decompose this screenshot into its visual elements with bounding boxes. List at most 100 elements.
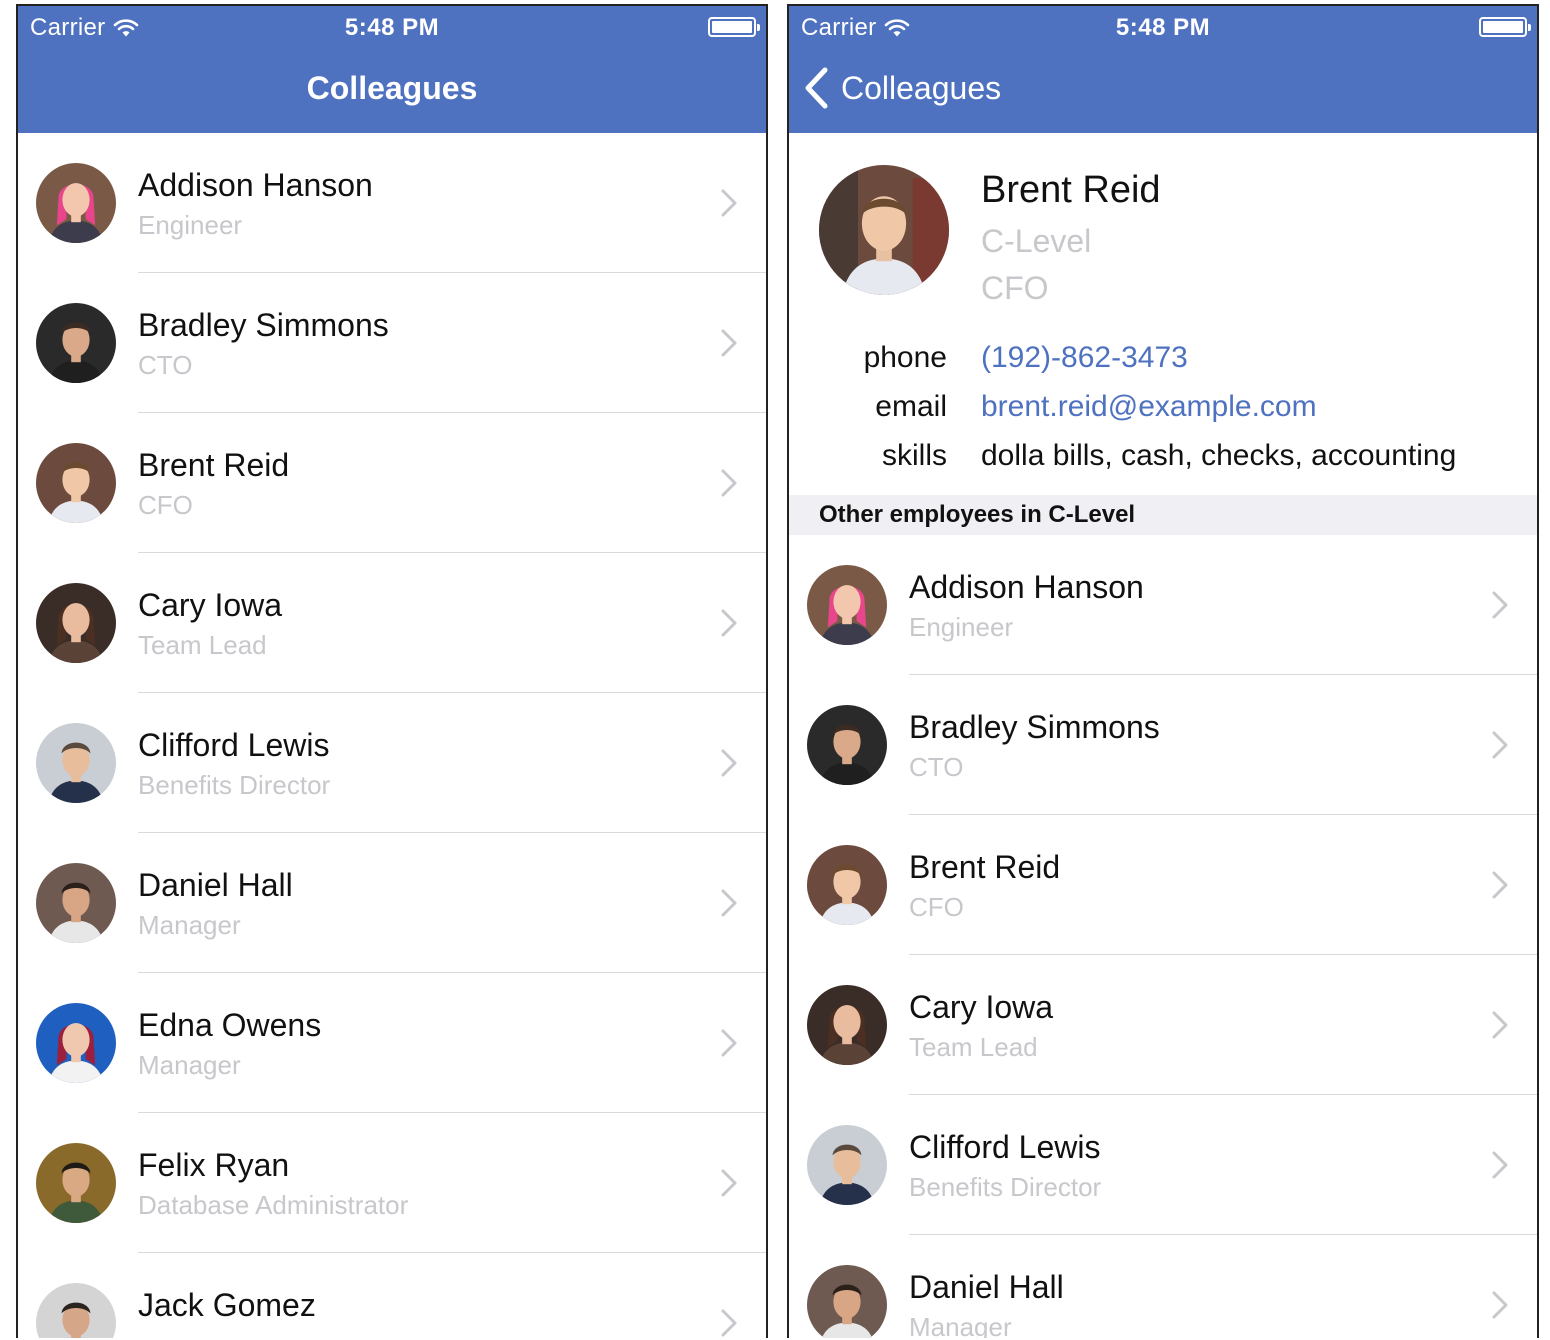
list-item-role: Manager [138,1050,241,1080]
list-item[interactable]: Addison Hanson Engineer [789,535,1537,675]
chevron-right-icon [1492,1011,1508,1039]
avatar [807,1125,887,1205]
list-item[interactable]: Brent Reid CFO [18,413,766,553]
list-item[interactable]: Bradley Simmons CTO [789,675,1537,815]
avatar [36,583,116,663]
profile-title: CFO [981,270,1049,306]
list-item-name: Brent Reid [138,447,290,483]
avatar [36,303,116,383]
page-title: Colleagues [306,70,478,106]
battery-icon [708,17,760,37]
avatar-image [36,303,116,383]
list-item-role: Engineer [909,612,1014,642]
avatar [36,163,116,243]
list-item-role: Database Administrator [138,1190,409,1220]
skills-value: dolla bills, cash, checks, accounting [981,439,1457,472]
chevron-right-icon [721,329,737,357]
chevron-right-icon [1492,1291,1508,1319]
chevron-right-icon [1492,1151,1508,1179]
section-header: Other employees in C-Level [789,495,1537,535]
chevron-right-icon [1492,591,1508,619]
list-item[interactable]: Cary Iowa Team Lead [789,955,1537,1095]
chevron-right-icon [721,889,737,917]
avatar [36,863,116,943]
skills-label: skills [882,439,947,472]
list-item[interactable]: Jack Gomez [18,1253,766,1338]
chevron-right-icon [721,469,737,497]
list-item-name: Bradley Simmons [909,709,1160,745]
profile-name: Brent Reid [981,169,1161,211]
chevron-right-icon [721,609,737,637]
chevron-right-icon [721,189,737,217]
battery-icon [1479,17,1531,37]
status-bar: Carrier 5:48 PM [18,6,766,48]
list-item-name: Jack Gomez [138,1287,316,1323]
list-item[interactable]: Clifford Lewis Benefits Director [18,693,766,833]
chevron-right-icon [721,1169,737,1197]
chevron-right-icon [1492,871,1508,899]
profile-card: Brent Reid C-Level CFO phone (192)-862-3… [789,133,1537,496]
list-item-role: CTO [138,350,193,380]
avatar-image [807,1125,887,1205]
list-item-name: Edna Owens [138,1007,322,1043]
list-item[interactable]: Cary Iowa Team Lead [18,553,766,693]
navigation-bar: Carrier 5:48 PM Colleagues [18,6,766,133]
chevron-right-icon [721,749,737,777]
chevron-right-icon [721,1029,737,1057]
list-item-role: Manager [138,910,241,940]
list-item[interactable]: Daniel Hall Manager [18,833,766,973]
back-button[interactable]: Colleagues [803,66,1001,110]
avatar-image [36,583,116,663]
wifi-icon [114,19,139,37]
list-item-role: CTO [909,752,964,782]
list-item-name: Addison Hanson [138,167,373,203]
list-item-role: Engineer [138,210,243,240]
navigation-bar: Carrier 5:48 PM Colleagues [789,6,1537,133]
related-colleague-list: Addison Hanson Engineer Bradley Simmons … [789,535,1537,1338]
list-item-role: Benefits Director [909,1172,1102,1202]
carrier-label: Carrier [30,14,106,41]
avatar [807,985,887,1065]
list-item[interactable]: Felix Ryan Database Administrator [18,1113,766,1253]
list-item-name: Daniel Hall [909,1269,1064,1305]
avatar [819,165,949,295]
avatar-image [807,1265,887,1338]
avatar [36,1283,116,1338]
list-item[interactable]: Addison Hanson Engineer [18,133,766,273]
list-item[interactable]: Daniel Hall Manager [789,1235,1537,1338]
avatar [36,443,116,523]
list-item-name: Daniel Hall [138,867,293,903]
chevron-right-icon [1492,731,1508,759]
avatar-image [36,863,116,943]
avatar-image [36,1283,116,1338]
chevron-right-icon [721,1309,737,1337]
list-item[interactable]: Brent Reid CFO [789,815,1537,955]
colleagues-list-screen: Carrier 5:48 PM Colleagues Addison Hanso… [16,4,768,1338]
avatar-image [36,723,116,803]
list-item-role: Benefits Director [138,770,331,800]
list-item-name: Addison Hanson [909,569,1144,605]
list-item-role: Team Lead [138,630,267,660]
wifi-icon [885,19,910,37]
avatar-image [36,443,116,523]
email-link[interactable]: brent.reid@example.com [981,390,1317,424]
list-item-name: Felix Ryan [138,1147,290,1183]
list-item[interactable]: Edna Owens Manager [18,973,766,1113]
avatar [36,1143,116,1223]
back-button-label: Colleagues [841,69,1002,106]
avatar-image [36,163,116,243]
avatar-image [807,985,887,1065]
avatar [36,723,116,803]
phone-link[interactable]: (192)-862-3473 [981,341,1188,375]
list-item-role: CFO [909,892,964,922]
list-item-name: Brent Reid [909,849,1061,885]
list-item[interactable]: Clifford Lewis Benefits Director [789,1095,1537,1235]
list-item-name: Clifford Lewis [909,1129,1101,1165]
avatar-image [807,565,887,645]
list-item-name: Clifford Lewis [138,727,330,763]
status-bar: Carrier 5:48 PM [789,6,1537,48]
avatar-image [807,845,887,925]
avatar-image [36,1143,116,1223]
avatar [807,1265,887,1338]
list-item[interactable]: Bradley Simmons CTO [18,273,766,413]
